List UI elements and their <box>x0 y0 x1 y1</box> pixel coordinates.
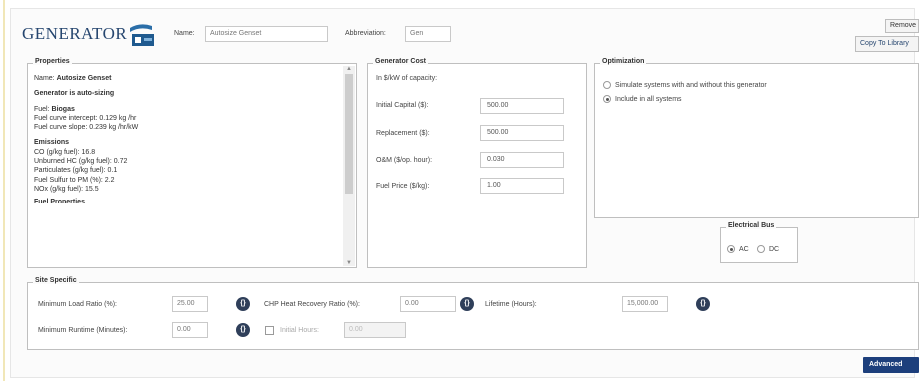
name-prefix: Name: <box>34 75 55 82</box>
replacement-label: Replacement ($): <box>376 130 430 137</box>
om-label: O&M ($/op. hour): <box>376 157 433 164</box>
simulate-with-without-radio[interactable] <box>603 81 611 89</box>
min-runtime-input[interactable]: 0.00 <box>172 322 208 338</box>
fuel-price-input[interactable]: 1.00 <box>480 178 564 194</box>
fuel-properties-cutoff: Fuel Properties <box>34 199 85 204</box>
include-all-systems-radio[interactable] <box>603 95 611 103</box>
chp-input[interactable]: 0.00 <box>400 296 456 312</box>
initial-capital-input[interactable]: 500.00 <box>480 98 564 114</box>
bus-dc-label: DC <box>769 246 780 253</box>
left-accent-rule <box>3 0 5 381</box>
lifetime-label: Lifetime (Hours): <box>485 301 537 308</box>
site-specific-group: Site Specific Minimum Load Ratio (%): 25… <box>27 277 919 350</box>
min-runtime-label: Minimum Runtime (Minutes): <box>38 327 128 334</box>
fuel-intercept: Fuel curve intercept: 0.129 kg /hr <box>34 114 137 122</box>
bus-dc-radio[interactable] <box>757 245 765 253</box>
fuel-price-label: Fuel Price ($/kg): <box>376 183 430 190</box>
initial-capital-label: Initial Capital ($): <box>376 102 429 109</box>
fuel-value: Biogas <box>51 105 75 113</box>
initial-hours-label: Initial Hours: <box>280 327 319 334</box>
remove-button[interactable]: Remove <box>885 19 919 33</box>
multi-value-lock-icon[interactable]: {} <box>236 323 250 337</box>
abbreviation-label: Abbreviation: <box>345 30 386 37</box>
properties-group: Properties Name: Autosize Genset Generat… <box>27 58 357 268</box>
emissions-title: Emissions <box>34 139 70 147</box>
advanced-button[interactable]: Advanced <box>863 357 919 373</box>
generator-cost-group: Generator Cost In $/kW of capacity: Init… <box>367 58 587 268</box>
page-title: GENERATOR <box>22 24 128 43</box>
om-input[interactable]: 0.030 <box>480 152 564 168</box>
fuel-slope: Fuel curve slope: 0.239 kg /hr/kW <box>34 124 139 132</box>
cost-subtitle: In $/kW of capacity: <box>376 75 438 82</box>
copy-to-library-button[interactable]: Copy To Library <box>855 36 919 52</box>
bus-title: Electrical Bus <box>726 222 777 229</box>
include-all-systems-label: Include in all systems <box>615 96 682 103</box>
bus-ac-label: AC <box>739 246 749 253</box>
scroll-down-icon[interactable]: ▼ <box>346 260 352 266</box>
emission-item: Particulates (g/kg fuel): 0.1 <box>34 167 118 175</box>
emission-item: NOx (g/kg fuel): 15.5 <box>34 185 99 193</box>
multi-value-lock-icon[interactable]: {} <box>460 297 474 311</box>
optimization-group: Optimization Simulate systems with and w… <box>594 58 919 218</box>
site-title: Site Specific <box>33 277 79 284</box>
replacement-input[interactable]: 500.00 <box>480 125 564 141</box>
autosize-note: Generator is auto-sizing <box>34 90 115 98</box>
abbreviation-input[interactable]: Gen <box>405 26 451 42</box>
scroll-up-icon[interactable]: ▲ <box>346 66 352 72</box>
min-load-label: Minimum Load Ratio (%): <box>38 301 117 308</box>
emission-item: CO (g/kg fuel): 16.8 <box>34 148 96 156</box>
initial-hours-checkbox[interactable] <box>265 326 274 335</box>
properties-name: Autosize Genset <box>56 75 112 82</box>
electrical-bus-group: Electrical Bus AC DC <box>720 222 798 263</box>
min-load-input[interactable]: 25.00 <box>172 296 208 312</box>
properties-text: Name: Autosize Genset Generator is auto-… <box>34 74 339 203</box>
name-input[interactable]: Autosize Genset <box>205 26 328 42</box>
emission-item: Unburned HC (g/kg fuel): 0.72 <box>34 158 128 166</box>
generator-icon <box>130 24 154 46</box>
name-label: Name: <box>174 30 195 37</box>
initial-hours-input[interactable]: 0.00 <box>344 322 406 338</box>
cost-title: Generator Cost <box>373 58 428 65</box>
bus-ac-radio[interactable] <box>727 245 735 253</box>
lifetime-input[interactable]: 15,000.00 <box>622 296 668 312</box>
optimization-title: Optimization <box>600 58 647 65</box>
properties-title: Properties <box>33 58 72 65</box>
properties-scrollbar[interactable]: ▲ ▼ <box>343 66 355 266</box>
multi-value-lock-icon[interactable]: {} <box>236 297 250 311</box>
multi-value-lock-icon[interactable]: {} <box>696 297 710 311</box>
emission-item: Fuel Sulfur to PM (%): 2.2 <box>34 176 115 184</box>
scroll-thumb[interactable] <box>345 74 353 194</box>
simulate-with-without-label: Simulate systems with and without this g… <box>615 82 767 89</box>
fuel-prefix: Fuel: <box>34 105 50 113</box>
chp-label: CHP Heat Recovery Ratio (%): <box>264 301 360 308</box>
